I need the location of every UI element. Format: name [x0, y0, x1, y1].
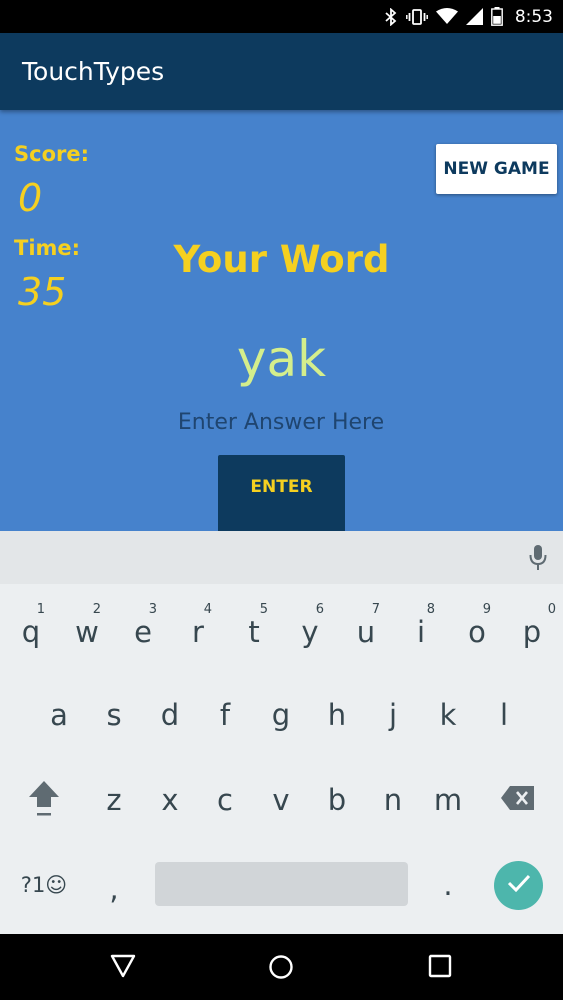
key-hint: 0 [547, 602, 556, 617]
key-r[interactable]: r4 [170, 596, 226, 668]
key-hint: 9 [482, 602, 491, 617]
mic-icon[interactable] [529, 544, 547, 576]
battery-icon [490, 7, 503, 26]
soft-keyboard: q1 w2 e3 r4 t5 y6 u7 i8 o9 p0 a s d f g … [0, 531, 563, 934]
key-m[interactable]: m [420, 764, 476, 836]
key-j[interactable]: j [365, 679, 421, 751]
comma-key[interactable]: , [86, 853, 142, 925]
back-icon[interactable] [110, 954, 136, 983]
key-label: t [248, 615, 260, 649]
status-bar: 8:53 [0, 0, 563, 33]
key-label: r [192, 615, 204, 649]
key-u[interactable]: u7 [338, 596, 394, 668]
key-i[interactable]: i8 [393, 596, 449, 668]
app-title: TouchTypes [22, 57, 165, 86]
key-h[interactable]: h [309, 679, 365, 751]
key-label: u [356, 615, 376, 649]
app-bar: TouchTypes [0, 33, 563, 110]
key-o[interactable]: o9 [449, 596, 505, 668]
key-g[interactable]: g [253, 679, 309, 751]
key-hint: 4 [203, 602, 212, 617]
key-t[interactable]: t5 [226, 596, 282, 668]
bluetooth-icon [384, 7, 398, 26]
key-label: e [134, 615, 152, 649]
recents-icon[interactable] [428, 954, 452, 983]
key-w[interactable]: w2 [59, 596, 115, 668]
backspace-key[interactable] [488, 764, 548, 836]
key-label: p [522, 615, 542, 649]
vibrate-icon [405, 8, 428, 26]
key-hint: 5 [259, 602, 268, 617]
wifi-icon [435, 8, 458, 25]
shift-key[interactable] [14, 764, 74, 836]
key-p[interactable]: p0 [504, 596, 560, 668]
symbols-key[interactable]: ?1☺ [8, 849, 80, 921]
key-label: q [21, 615, 41, 649]
key-label: o [468, 615, 486, 649]
key-d[interactable]: d [142, 679, 198, 751]
key-label: y [301, 615, 319, 649]
navigation-bar [0, 934, 563, 1000]
new-game-button[interactable]: NEW GAME [436, 144, 557, 194]
key-e[interactable]: e3 [115, 596, 171, 668]
key-l[interactable]: l [476, 679, 532, 751]
keyboard-suggestion-bar [0, 531, 563, 584]
key-c[interactable]: c [197, 764, 253, 836]
enter-button[interactable]: ENTER [218, 455, 345, 531]
status-clock: 8:53 [514, 6, 553, 27]
key-hint: 7 [371, 602, 380, 617]
key-s[interactable]: s [86, 679, 142, 751]
spacebar[interactable] [155, 862, 408, 906]
key-n[interactable]: n [365, 764, 421, 836]
key-x[interactable]: x [142, 764, 198, 836]
key-hint: 8 [426, 602, 435, 617]
key-label: w [75, 615, 99, 649]
key-q[interactable]: q1 [3, 596, 59, 668]
key-hint: 1 [36, 602, 45, 617]
key-f[interactable]: f [197, 679, 253, 751]
home-icon[interactable] [268, 954, 294, 985]
key-hint: 3 [148, 602, 157, 617]
backspace-icon [500, 785, 536, 815]
score-label: Score: [14, 142, 89, 166]
key-a[interactable]: a [31, 679, 87, 751]
key-label: i [416, 615, 426, 649]
signal-icon [465, 8, 483, 25]
your-word-heading: Your Word [173, 238, 390, 281]
period-key[interactable]: . [420, 849, 476, 921]
key-v[interactable]: v [253, 764, 309, 836]
answer-input[interactable] [131, 404, 431, 440]
key-y[interactable]: y6 [282, 596, 338, 668]
key-hint: 6 [315, 602, 324, 617]
key-hint: 2 [92, 602, 101, 617]
checkmark-icon [507, 874, 531, 897]
game-area: Score: 0 Time: 35 NEW GAME Your Word yak… [0, 110, 563, 531]
key-z[interactable]: z [86, 764, 142, 836]
keyboard-enter-key[interactable] [494, 861, 543, 910]
key-b[interactable]: b [309, 764, 365, 836]
target-word: yak [236, 330, 327, 388]
score-value: 0 [18, 176, 43, 220]
shift-icon [27, 779, 61, 821]
key-k[interactable]: k [420, 679, 476, 751]
status-icons: 8:53 [384, 0, 553, 33]
